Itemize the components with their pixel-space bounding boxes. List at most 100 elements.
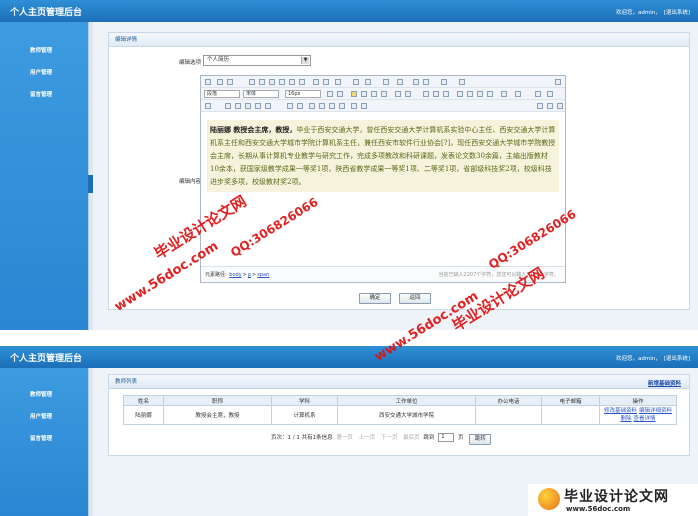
sidebar-item-teachers[interactable]: 教师管理 [0,40,88,62]
video-icon[interactable] [477,91,483,97]
format-dropdown[interactable]: 段落 [204,90,240,98]
undo-icon[interactable] [217,79,223,85]
special-char-icon[interactable] [255,103,261,109]
direction-rtl-icon[interactable] [337,91,343,97]
path-p[interactable]: p [248,272,251,278]
path-body[interactable]: body [229,272,241,278]
go-button[interactable]: 跳转 [469,434,492,445]
redo-icon[interactable] [227,79,233,85]
search-replace-icon[interactable] [557,103,563,109]
italic-icon[interactable] [259,79,265,85]
element-path: 元素路径: body>p>span [205,272,270,278]
format-brush-icon[interactable] [313,79,319,85]
attachment-icon[interactable] [515,91,521,97]
clear-doc-icon[interactable] [423,79,429,85]
cell-actions: 修改基础资料 编辑详细资料 删除 查看详情 [599,405,677,425]
confirm-button[interactable]: 确定 [359,293,391,304]
subscript-icon[interactable] [299,79,305,85]
logout-link-2[interactable]: [退出系统] [664,356,690,362]
col-email: 电子邮箱 [541,395,600,406]
col-phone: 办公电话 [475,395,542,406]
add-basic-info-link[interactable]: 新增基础资料 [648,379,681,387]
view-detail-link[interactable]: 查看详情 [634,416,656,422]
sidebar-splitter-2[interactable] [88,368,93,516]
delete-col-icon[interactable] [339,103,345,109]
paragraph-format-icon[interactable] [441,79,447,85]
back-button[interactable]: 返回 [399,293,431,304]
delete-link[interactable]: 删除 [620,416,631,422]
direction-ltr-icon[interactable] [327,91,333,97]
align-justify-icon[interactable] [381,91,387,97]
line-height-icon[interactable] [459,79,465,85]
source-icon[interactable] [205,79,211,85]
emotion-icon[interactable] [467,91,473,97]
link-icon[interactable] [423,91,429,97]
fullscreen-icon[interactable] [555,79,561,85]
indent-icon[interactable] [395,91,401,97]
font-color-icon[interactable] [353,79,359,85]
font-dropdown[interactable]: 宋体 [243,90,279,98]
superscript-icon[interactable] [289,79,295,85]
underline-icon[interactable] [269,79,275,85]
option-select[interactable]: 个人简历 ▼ [203,55,311,66]
sidebar-item-users[interactable]: 用户管理 [0,62,88,84]
code-icon[interactable] [501,91,507,97]
pager-prev[interactable]: 上一页 [359,435,376,441]
app-header: 个人主页管理后台 欢迎您，admin， [退出系统] [0,0,698,22]
delete-row-icon[interactable] [319,103,325,109]
sidebar-item-messages[interactable]: 留言管理 [0,84,88,106]
logout-link[interactable]: [退出系统] [664,10,690,16]
time-icon[interactable] [245,103,251,109]
map-icon[interactable] [487,91,493,97]
template-icon[interactable] [205,103,211,109]
strikethrough-icon[interactable] [279,79,285,85]
insert-table-icon[interactable] [287,103,293,109]
col-subject: 学科 [271,395,338,406]
pager-first[interactable]: 第一页 [336,435,353,441]
align-right-icon[interactable] [371,91,377,97]
size-dropdown[interactable]: 16px [285,90,321,98]
print-icon[interactable] [537,103,543,109]
unordered-list-icon[interactable] [397,79,403,85]
preview-icon[interactable] [547,103,553,109]
anchor-icon[interactable] [443,91,449,97]
sidebar-2: 教师管理 用户管理 留言管理 [0,368,88,516]
align-center-icon[interactable] [361,91,367,97]
edit-basic-link[interactable]: 修改基础资料 [604,408,637,414]
outdent-icon[interactable] [405,91,411,97]
insert-row-icon[interactable] [309,103,315,109]
unlink-icon[interactable] [433,91,439,97]
path-span[interactable]: span [257,272,269,278]
bg-color-icon[interactable] [365,79,371,85]
snapscreen-icon[interactable] [265,103,271,109]
sidebar-item-messages-2[interactable]: 留言管理 [0,428,88,450]
sidebar-item-users-2[interactable]: 用户管理 [0,406,88,428]
delete-table-icon[interactable] [297,103,303,109]
sidebar-item-teachers-2[interactable]: 教师管理 [0,384,88,406]
pager-next[interactable]: 下一页 [381,435,398,441]
editor-content[interactable]: 陆丽娜 教授会主席，教授，毕业于西安交通大学，曾任西安交通大学计算机系实验中心主… [207,120,559,192]
page-input[interactable]: 1 [438,433,455,442]
sidebar-toggle[interactable] [88,175,93,193]
table-header-row: 姓名 职称 学科 工作单位 办公电话 电子邮箱 操作 [123,395,677,406]
option-select-value: 个人简历 [207,57,230,63]
pager-last[interactable]: 最后页 [403,435,420,441]
image-icon[interactable] [457,91,463,97]
align-left-icon[interactable] [351,91,357,97]
logo-text: 毕业设计论文网 [564,489,669,505]
horizontal-rule-icon[interactable] [225,103,231,109]
ordered-list-icon[interactable] [383,79,389,85]
split-cells-icon[interactable] [361,103,367,109]
spell-check-icon[interactable] [547,91,553,97]
music-icon[interactable] [535,91,541,97]
edit-detail-link[interactable]: 编辑详细资料 [639,408,672,414]
date-icon[interactable] [235,103,241,109]
quote-icon[interactable] [335,79,341,85]
select-all-icon[interactable] [413,79,419,85]
clear-format-icon[interactable] [323,79,329,85]
bold-icon[interactable] [249,79,255,85]
logo-url: www.56doc.com [566,505,631,513]
pager-goto-label: 跳到 [423,435,435,441]
merge-cells-icon[interactable] [351,103,357,109]
insert-col-icon[interactable] [329,103,335,109]
